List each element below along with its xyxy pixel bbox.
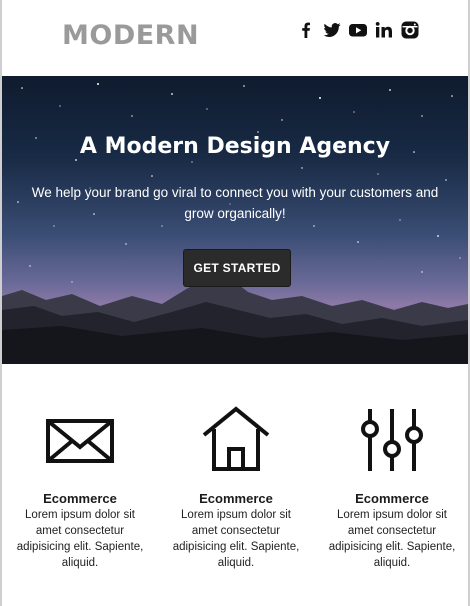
- house-icon: [202, 406, 270, 471]
- feature-description: Lorem ipsum dolor sit amet consectetur a…: [172, 509, 300, 569]
- feature-card: Ecommerce Lorem ipsum dolor sit amet con…: [5, 405, 155, 571]
- feature-description: Lorem ipsum dolor sit amet consectetur a…: [16, 509, 144, 569]
- hero-banner: A Modern Design Agency We help your bran…: [2, 76, 468, 364]
- get-started-button[interactable]: GET STARTED: [183, 249, 291, 287]
- twitter-icon[interactable]: [322, 20, 342, 40]
- feature-card: Ecommerce Lorem ipsum dolor sit amet con…: [161, 405, 311, 571]
- header: MODERN: [0, 0, 470, 76]
- left-border: [0, 0, 2, 606]
- sliders-icon: [361, 409, 423, 471]
- email-template: MODERN A Modern Design Agency We help yo…: [0, 0, 470, 606]
- hero-title: A Modern Design Agency: [79, 134, 391, 159]
- feature-title: Ecommerce: [355, 491, 429, 506]
- feature-card: Ecommerce Lorem ipsum dolor sit amet con…: [317, 405, 467, 571]
- envelope-icon: [46, 419, 114, 463]
- youtube-icon[interactable]: [348, 20, 368, 40]
- feature-title: Ecommerce: [43, 491, 117, 506]
- hero-subtitle: We help your brand go viral to connect y…: [31, 185, 439, 221]
- feature-description: Lorem ipsum dolor sit amet consectetur a…: [328, 509, 456, 569]
- linkedin-icon[interactable]: [374, 20, 394, 40]
- social-links: [296, 20, 420, 40]
- logo[interactable]: MODERN: [62, 20, 199, 51]
- facebook-icon[interactable]: [296, 20, 316, 40]
- feature-title: Ecommerce: [199, 491, 273, 506]
- instagram-icon[interactable]: [400, 20, 420, 40]
